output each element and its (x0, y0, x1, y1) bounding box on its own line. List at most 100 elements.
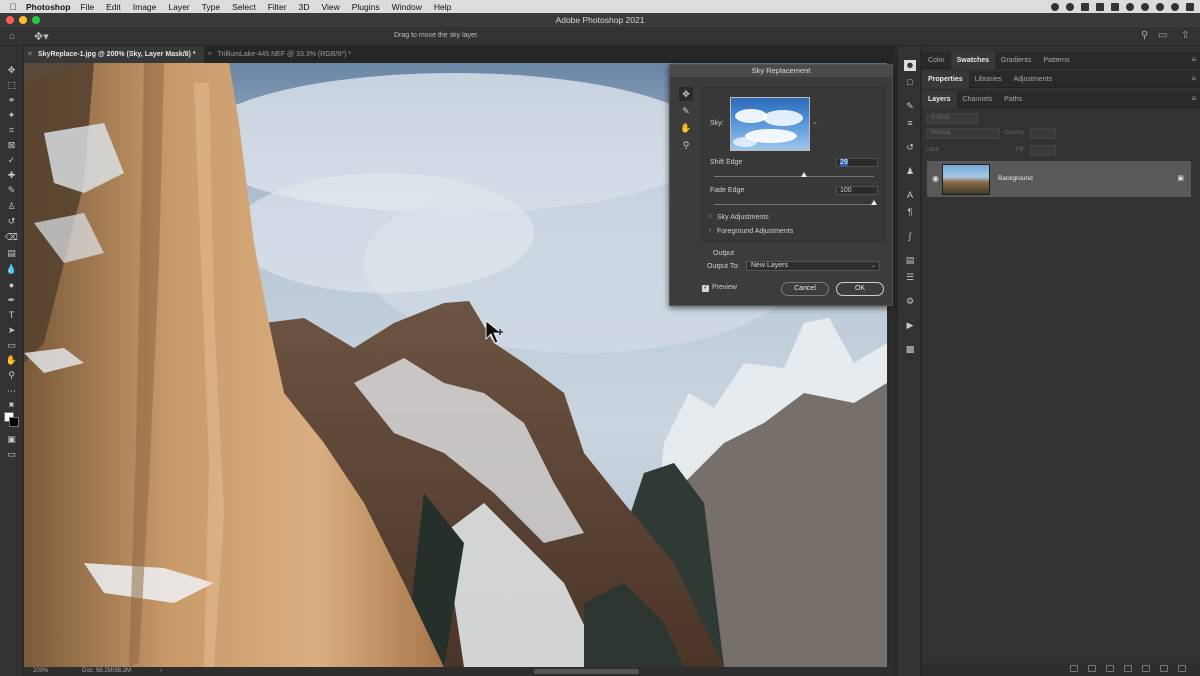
tab-swatches[interactable]: Swatches (950, 52, 996, 69)
new-layer-icon[interactable] (1160, 665, 1168, 672)
pen-tool-icon[interactable]: ✒ (5, 295, 18, 306)
screen-mode-icon[interactable]: ▭ (5, 449, 18, 460)
tab-skyreplace[interactable]: × SkyReplace-1.jpg @ 200% (Sky, Layer Ma… (24, 46, 204, 63)
apple-icon[interactable]:  (0, 2, 26, 12)
zoom-level[interactable]: 200% (33, 667, 48, 676)
stamp-tool-icon[interactable]: ♙ (5, 201, 18, 212)
blend-mode-select[interactable]: Normal (926, 128, 1000, 139)
default-colors-icon[interactable]: ▣ (5, 400, 18, 411)
menu-layer[interactable]: Layer (168, 2, 189, 12)
dodge-tool-icon[interactable]: ● (5, 280, 18, 291)
menu-view[interactable]: View (321, 2, 339, 12)
shift-edge-slider[interactable] (714, 176, 874, 177)
minimize-button[interactable] (19, 16, 27, 24)
brush-tool-icon[interactable]: ✎ (5, 185, 18, 196)
hand-tool-icon[interactable]: ✋ (5, 355, 18, 366)
zoom-tool-icon[interactable]: ⚲ (5, 370, 18, 381)
record-icon[interactable] (1066, 2, 1074, 11)
menu-type[interactable]: Type (202, 2, 220, 12)
menu-edit[interactable]: Edit (106, 2, 121, 12)
character-icon[interactable]: A (904, 190, 916, 201)
folder-icon[interactable] (1142, 665, 1150, 672)
tab-trilliumlake[interactable]: × TrilliumLake-445.NEF @ 33.3% (RGB/8*) … (204, 46, 359, 63)
type-tool-icon[interactable]: T (5, 310, 18, 321)
frame-tool-icon[interactable]: ⊠ (5, 140, 18, 151)
display-icon[interactable] (1111, 2, 1119, 11)
people-icon[interactable]: ♟ (904, 166, 916, 177)
tab-properties[interactable]: Properties (922, 71, 969, 88)
tab-gradients[interactable]: Gradients (995, 52, 1037, 69)
history-brush-tool-icon[interactable]: ↺ (5, 216, 18, 227)
cloud-icon[interactable] (1081, 2, 1089, 11)
tab-layers[interactable]: Layers (922, 91, 957, 108)
marquee-tool-icon[interactable]: ⬚ (5, 80, 18, 91)
eyedropper-tool-icon[interactable]: ✓ (5, 155, 18, 166)
shapes-icon[interactable]: □ (904, 77, 916, 88)
healing-tool-icon[interactable]: ✚ (5, 170, 18, 181)
cancel-button[interactable]: Cancel (781, 282, 829, 296)
opacity-field[interactable] (1030, 128, 1056, 139)
eraser-tool-icon[interactable]: ⌫ (5, 232, 18, 243)
dropbox-icon[interactable] (1126, 2, 1134, 11)
kind-filter[interactable]: ⚲ Kind (926, 113, 978, 124)
move-tool-options-icon[interactable]: ✥▾ (34, 30, 49, 43)
search-icon[interactable] (1171, 2, 1179, 11)
foreground-adjustments-toggle[interactable]: Foreground Adjustments (717, 228, 793, 235)
menu-help[interactable]: Help (434, 2, 451, 12)
adjustments-icon[interactable]: ≡ (904, 118, 916, 129)
sky-preset-thumbnail[interactable] (730, 97, 810, 151)
actions-icon[interactable]: ▶ (904, 320, 916, 331)
search-icon[interactable]: ⚲ (1141, 30, 1148, 41)
sky-adjustments-toggle[interactable]: Sky Adjustments (717, 214, 769, 221)
adjustment-layer-icon[interactable] (1124, 665, 1132, 672)
preview-checkbox[interactable]: ✓ (702, 285, 709, 292)
close-icon[interactable]: × (28, 46, 32, 63)
home-icon[interactable]: ⌂ (9, 31, 15, 42)
shift-edge-slider-handle[interactable] (800, 172, 807, 177)
hand-tool-icon[interactable]: ✋ (679, 121, 693, 135)
control-center-icon[interactable] (1186, 2, 1194, 11)
fade-edge-slider[interactable] (714, 204, 874, 205)
lock-icon[interactable]: ▣ (1177, 174, 1184, 182)
menu-filter[interactable]: Filter (268, 2, 287, 12)
gear-icon[interactable] (1051, 2, 1059, 11)
menu-file[interactable]: File (80, 2, 94, 12)
chevron-right-icon[interactable]: › (160, 667, 162, 676)
quick-mask-icon[interactable]: ▣ (5, 434, 18, 445)
panel-menu-icon[interactable]: ≡ (1191, 74, 1196, 83)
blur-tool-icon[interactable]: 💧 (5, 264, 18, 275)
lasso-tool-icon[interactable]: ⚭ (5, 95, 18, 106)
tab-patterns[interactable]: Patterns (1037, 52, 1075, 69)
libraries-icon[interactable]: ▤ (904, 255, 916, 266)
wifi-icon[interactable] (1156, 2, 1164, 11)
maximize-button[interactable] (32, 16, 40, 24)
navigator-icon[interactable]: ⚙ (904, 296, 916, 307)
panel-menu-icon[interactable]: ≡ (1191, 94, 1196, 103)
learn-icon[interactable]: ☻ (904, 60, 916, 71)
battery-icon[interactable] (1096, 2, 1104, 11)
tab-adjustments[interactable]: Adjustments (1007, 71, 1058, 88)
chevron-right-icon[interactable]: › (709, 227, 711, 234)
mask-icon[interactable] (1106, 665, 1114, 672)
path-select-tool-icon[interactable]: ➤ (5, 325, 18, 336)
tab-libraries[interactable]: Libraries (969, 71, 1008, 88)
sky-move-tool-icon[interactable]: ✥ (679, 87, 693, 101)
menu-image[interactable]: Image (133, 2, 157, 12)
crop-tool-icon[interactable]: ⌗ (5, 125, 18, 136)
tab-paths[interactable]: Paths (998, 91, 1028, 108)
close-button[interactable] (6, 16, 14, 24)
ok-button[interactable]: OK (836, 282, 884, 296)
eye-icon[interactable]: ◉ (932, 174, 939, 183)
shape-tool-icon[interactable]: ▭ (5, 340, 18, 351)
tab-channels[interactable]: Channels (957, 91, 999, 108)
sky-brush-tool-icon[interactable]: ✎ (679, 104, 693, 118)
shift-edge-field[interactable]: 29 (836, 158, 878, 167)
link-icon[interactable] (1070, 665, 1078, 672)
move-tool-icon[interactable]: ✥ (5, 65, 18, 76)
layer-row[interactable]: ◉ Background ▣ (927, 161, 1191, 197)
menu-window[interactable]: Window (392, 2, 422, 12)
menu-select[interactable]: Select (232, 2, 256, 12)
paragraph-icon[interactable]: ¶ (904, 207, 916, 218)
app-icon[interactable] (1141, 2, 1149, 11)
timeline-icon[interactable]: ▩ (904, 344, 916, 355)
